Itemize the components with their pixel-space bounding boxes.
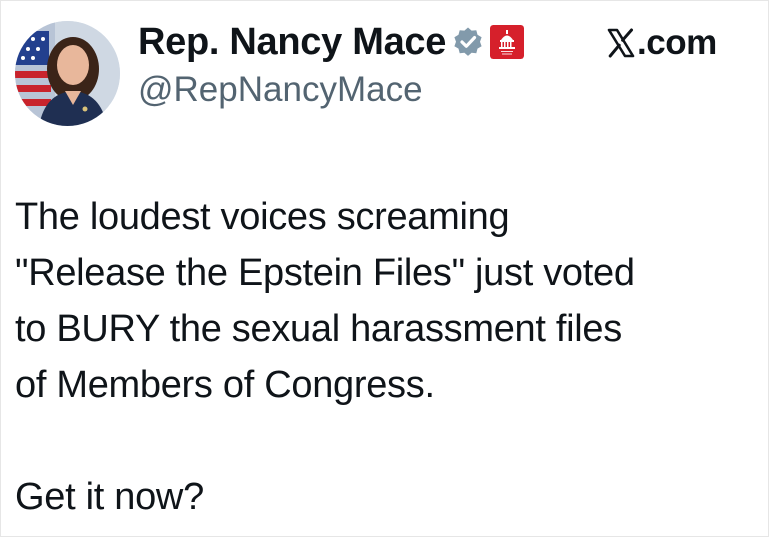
tweet-line: Get it now? — [15, 476, 204, 518]
source-label: .com — [607, 21, 717, 65]
x-logo-icon — [607, 28, 635, 58]
tweet-card: Rep. Nancy Mace .com @RepNancyMace The l… — [0, 0, 769, 537]
source-domain: .com — [637, 23, 717, 62]
profile-photo — [15, 21, 120, 126]
tweet-line: of Members of Congress. — [15, 364, 435, 406]
tweet-text: The loudest voices screaming "Release th… — [15, 189, 760, 525]
avatar[interactable] — [15, 21, 120, 126]
display-name[interactable]: Rep. Nancy Mace — [138, 21, 446, 64]
author-handle[interactable]: @RepNancyMace — [138, 70, 423, 110]
tweet-line: "Release the Epstein Files" just voted — [15, 252, 635, 294]
verified-badge-icon — [452, 26, 484, 58]
tweet-line: to BURY the sexual harassment files — [15, 308, 622, 350]
tweet-line: The loudest voices screaming — [15, 196, 510, 238]
house-gop-capitol-icon[interactable] — [490, 25, 525, 59]
author-row: Rep. Nancy Mace — [138, 19, 525, 65]
